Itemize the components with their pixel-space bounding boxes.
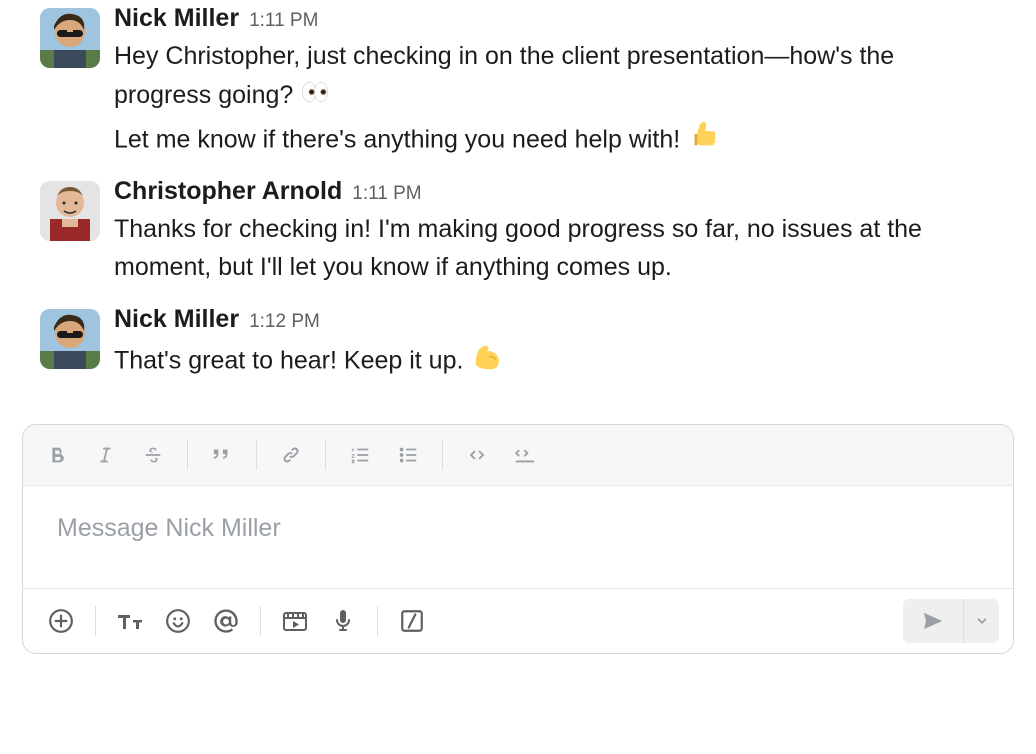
message-body: Hey Christopher, just checking in on the… xyxy=(114,37,996,159)
message: Nick Miller 1:11 PM Hey Christopher, jus… xyxy=(40,2,996,175)
emoji-button[interactable] xyxy=(154,599,202,643)
code-block-button[interactable] xyxy=(501,433,549,477)
link-button[interactable] xyxy=(267,433,315,477)
ordered-list-button[interactable] xyxy=(336,433,384,477)
shortcuts-button[interactable] xyxy=(388,599,436,643)
message-text: That's great to hear! Keep it up. xyxy=(114,346,470,374)
message-body: Thanks for checking in! I'm making good … xyxy=(114,210,996,288)
eyes-emoji xyxy=(300,77,330,107)
message: Nick Miller 1:12 PM That's great to hear… xyxy=(40,303,996,396)
italic-button[interactable] xyxy=(81,433,129,477)
attach-button[interactable] xyxy=(37,599,85,643)
video-clip-button[interactable] xyxy=(271,599,319,643)
avatar xyxy=(40,309,100,369)
thumbs-up-emoji xyxy=(687,117,721,151)
send-button-group xyxy=(903,599,999,643)
bold-button[interactable] xyxy=(33,433,81,477)
message-composer xyxy=(22,424,1014,654)
code-button[interactable] xyxy=(453,433,501,477)
bullet-list-button[interactable] xyxy=(384,433,432,477)
message: Christopher Arnold 1:11 PM Thanks for ch… xyxy=(40,175,996,304)
toolbar-separator xyxy=(95,606,96,636)
format-toolbar xyxy=(23,425,1013,486)
mention-button[interactable] xyxy=(202,599,250,643)
message-text: Let me know if there's anything you need… xyxy=(114,125,687,153)
message-text: Hey Christopher, just checking in on the… xyxy=(114,42,894,109)
send-options-button[interactable] xyxy=(963,599,999,643)
toolbar-separator xyxy=(260,606,261,636)
message-input[interactable] xyxy=(57,514,979,543)
message-timestamp: 1:11 PM xyxy=(352,183,421,205)
sender-name[interactable]: Christopher Arnold xyxy=(114,177,342,206)
message-timestamp: 1:12 PM xyxy=(249,311,320,333)
toolbar-separator xyxy=(256,440,257,470)
message-body: That's great to hear! Keep it up. xyxy=(114,338,996,380)
message-timestamp: 1:11 PM xyxy=(249,10,318,32)
send-button[interactable] xyxy=(903,599,963,643)
sender-name[interactable]: Nick Miller xyxy=(114,305,239,334)
message-text: Thanks for checking in! I'm making good … xyxy=(114,215,922,282)
avatar xyxy=(40,181,100,241)
toolbar-separator xyxy=(187,440,188,470)
toolbar-separator xyxy=(325,440,326,470)
toolbar-separator xyxy=(442,440,443,470)
avatar xyxy=(40,8,100,68)
toolbar-separator xyxy=(377,606,378,636)
strike-button[interactable] xyxy=(129,433,177,477)
audio-clip-button[interactable] xyxy=(319,599,367,643)
message-list: Nick Miller 1:11 PM Hey Christopher, jus… xyxy=(0,0,1036,396)
action-toolbar xyxy=(23,588,1013,653)
flex-arm-emoji xyxy=(470,338,504,372)
sender-name[interactable]: Nick Miller xyxy=(114,4,239,33)
formatting-toggle-button[interactable] xyxy=(106,599,154,643)
quote-button[interactable] xyxy=(198,433,246,477)
